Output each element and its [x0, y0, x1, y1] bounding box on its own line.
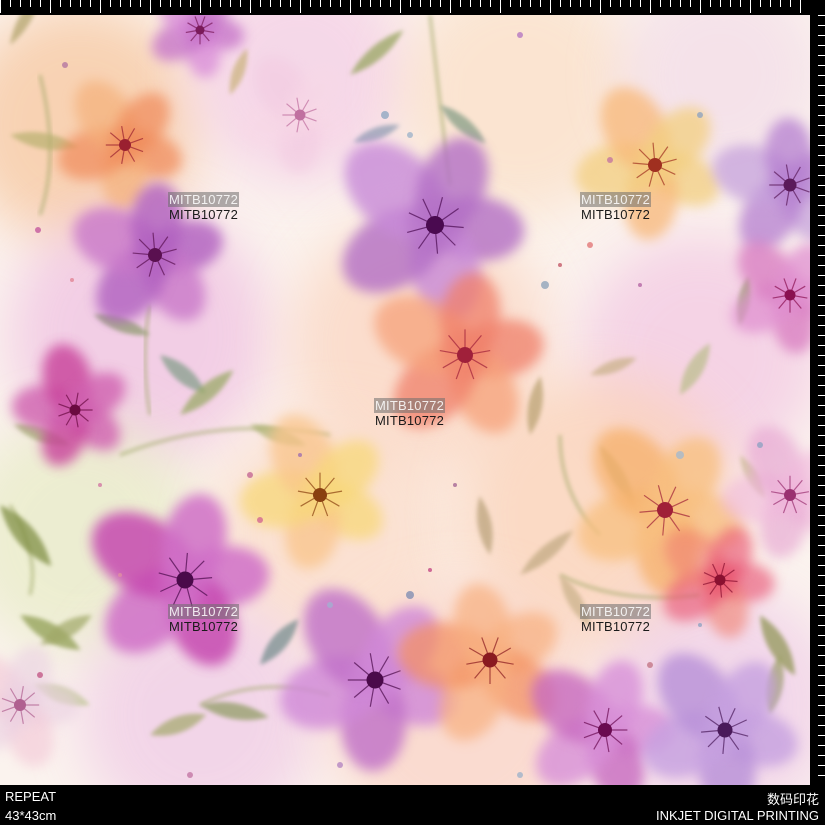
footer-bar: REPEAT 43*43cm 数码印花 INKJET DIGITAL PRINT…: [0, 785, 825, 825]
paint-speck: [607, 157, 613, 163]
watermark-text: MITB10772: [169, 619, 239, 634]
floral-pattern: MITB10772 MITB10772 MITB10772 MITB10772 …: [0, 15, 810, 785]
repeat-label: REPEAT: [5, 789, 57, 804]
flower: [0, 645, 80, 767]
watermark-ghost: MITB10772: [168, 604, 240, 619]
watermark-text: MITB10772: [169, 207, 239, 222]
repeat-size: 43*43cm: [5, 808, 57, 823]
paint-speck: [337, 762, 343, 768]
watermark-text: MITB10772: [581, 207, 651, 222]
watermark-ghost: MITB10772: [374, 398, 446, 413]
print-method-cn: 数码印花: [766, 792, 819, 807]
watermark-1: MITB10772 MITB10772: [168, 192, 240, 222]
paint-speck: [257, 517, 263, 523]
paint-speck: [676, 451, 684, 459]
paint-speck: [558, 263, 562, 267]
paint-speck: [247, 472, 253, 478]
watermark-3: MITB10772 MITB10772: [374, 398, 446, 428]
print-method-en: INKJET DIGITAL PRINTING: [655, 808, 819, 823]
watermark-5: MITB10772 MITB10772: [580, 604, 652, 634]
paint-speck: [381, 111, 389, 119]
watermark-4: MITB10772 MITB10772: [168, 604, 240, 634]
paint-speck: [406, 591, 414, 599]
paint-speck: [98, 483, 102, 487]
paint-speck: [428, 568, 432, 572]
watermark-text: MITB10772: [375, 413, 445, 428]
watermark-ghost: MITB10772: [580, 604, 652, 619]
paint-speck: [62, 62, 68, 68]
watermark-ghost: MITB10772: [168, 192, 240, 207]
paint-speck: [453, 483, 457, 487]
flower-center: [598, 723, 612, 737]
paint-speck: [298, 453, 302, 457]
paint-speck: [187, 772, 193, 778]
paint-speck: [647, 662, 653, 668]
watermark-text: MITB10772: [581, 619, 651, 634]
paint-speck: [587, 242, 593, 248]
paint-speck: [37, 672, 43, 678]
paint-speck: [638, 283, 642, 287]
paint-speck: [517, 32, 523, 38]
top-ruler: [0, 0, 801, 13]
paint-speck: [35, 227, 41, 233]
paint-speck: [118, 573, 122, 577]
print-frame: MITB10772 MITB10772 MITB10772 MITB10772 …: [0, 0, 825, 825]
paint-speck: [517, 772, 523, 778]
paint-speck: [70, 278, 74, 282]
paint-speck: [757, 442, 763, 448]
right-ruler: [818, 15, 825, 776]
paint-speck: [698, 623, 702, 627]
paint-speck: [697, 112, 703, 118]
watermark-2: MITB10772 MITB10772: [580, 192, 652, 222]
paint-speck: [541, 281, 549, 289]
flower-center: [14, 699, 26, 711]
paint-speck: [407, 132, 413, 138]
paint-speck: [327, 602, 333, 608]
watermark-ghost: MITB10772: [580, 192, 652, 207]
